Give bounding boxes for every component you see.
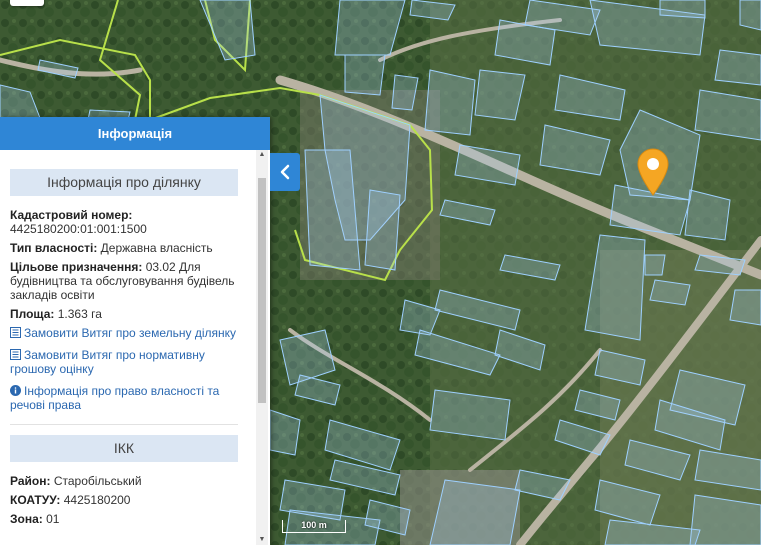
parcel-section-title: Інформація про ділянку — [10, 169, 238, 196]
panel-content: Інформація про ділянку Кадастровий номер… — [0, 150, 256, 545]
area-row: Площа: 1.363 га — [10, 307, 238, 321]
area-value: 1.363 га — [57, 307, 102, 321]
scale-label: 100 m — [301, 520, 327, 530]
scrollbar-thumb[interactable] — [258, 178, 266, 403]
location-pin-icon[interactable] — [637, 148, 669, 196]
zone-row: Зона: 01 — [10, 512, 238, 526]
koatuu-label: КОАТУУ: — [10, 493, 61, 507]
ownership-type-row: Тип власності: Державна власність — [10, 241, 238, 255]
zone-value: 01 — [46, 512, 60, 526]
koatuu-value: 4425180200 — [63, 493, 131, 507]
info-icon — [10, 385, 21, 396]
koatuu-row: КОАТУУ: 4425180200 — [10, 493, 238, 507]
ownership-type-value: Державна власність — [100, 241, 213, 255]
purpose-label: Цільове призначення: — [10, 260, 143, 274]
section-divider — [10, 424, 238, 425]
scroll-down-arrow-icon[interactable]: ▼ — [258, 535, 266, 545]
panel-title: Інформація — [0, 117, 270, 150]
district-row: Район: Старобільський — [10, 474, 238, 488]
district-value: Старобільський — [53, 474, 142, 488]
area-label: Площа: — [10, 307, 55, 321]
ownership-type-label: Тип власності: — [10, 241, 98, 255]
chevron-left-icon — [280, 164, 290, 180]
zone-label: Зона: — [10, 512, 43, 526]
panel-scrollbar[interactable]: ▲ ▼ — [256, 150, 268, 545]
order-land-extract-label: Замовити Витяг про земельну ділянку — [24, 326, 237, 340]
collapse-panel-button[interactable] — [270, 153, 300, 191]
document-icon — [10, 327, 21, 338]
info-panel: Інформація Інформація про ділянку Кадаст… — [0, 117, 270, 545]
order-valuation-extract-link[interactable]: Замовити Витяг про нормативну грошову оц… — [10, 348, 238, 376]
ikk-section-title: ІКК — [10, 435, 238, 462]
scale-bar: 100 m — [282, 520, 346, 533]
purpose-row: Цільове призначення: 03.02 Для будівницт… — [10, 260, 238, 302]
document-icon — [10, 349, 21, 360]
order-valuation-extract-label: Замовити Витяг про нормативну грошову оц… — [10, 348, 205, 376]
cadastral-number-value: 4425180200:01:001:1500 — [10, 222, 147, 236]
scroll-up-arrow-icon[interactable]: ▲ — [258, 150, 266, 160]
cadastral-number-label: Кадастровий номер: — [10, 208, 133, 222]
ownership-info-link[interactable]: Інформація про право власності та речові… — [10, 384, 238, 412]
ownership-info-label: Інформація про право власності та речові… — [10, 384, 220, 412]
order-land-extract-link[interactable]: Замовити Витяг про земельну ділянку — [10, 326, 238, 340]
district-label: Район: — [10, 474, 51, 488]
map-control-button[interactable] — [10, 0, 44, 6]
cadastral-number-row: Кадастровий номер: 4425180200:01:001:150… — [10, 208, 238, 236]
